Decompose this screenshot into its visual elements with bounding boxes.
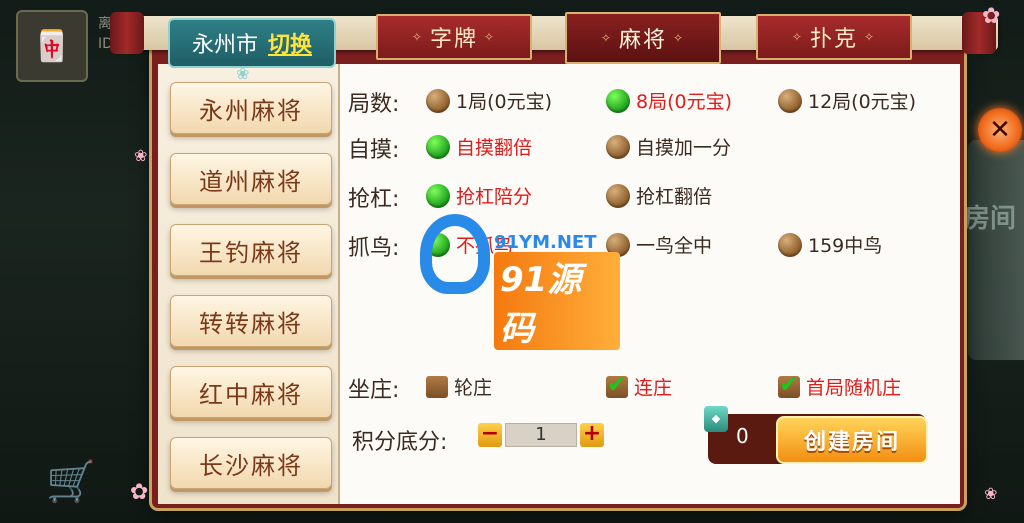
option-text: 8局(0元宝) xyxy=(636,91,733,113)
background-side-panel xyxy=(968,140,1024,360)
radio-selected-icon xyxy=(426,134,450,159)
checkbox-checked-icon xyxy=(778,370,800,398)
zhuaniao-option-one-bird[interactable]: 一鸟全中 xyxy=(606,231,712,258)
tab-label: 字牌 xyxy=(429,27,478,52)
game-item-wangdiao[interactable]: 王钓麻将 xyxy=(170,224,332,276)
zimo-option-plus-one[interactable]: 自摸加一分 xyxy=(606,133,731,160)
option-text: 12局(0元宝) xyxy=(808,91,917,113)
mahjong-tile-icon: 🀄 xyxy=(33,28,71,64)
option-text: 自摸翻倍 xyxy=(456,137,533,159)
qianggang-option-double[interactable]: 抢杠翻倍 xyxy=(606,182,712,209)
game-item-yongzhou[interactable]: 永州麻将 xyxy=(170,82,332,134)
scroll-end-left xyxy=(110,12,144,54)
checkbox-checked-icon xyxy=(606,370,628,398)
ornament-icon: ✧ xyxy=(791,30,804,44)
ornament-icon: ✧ xyxy=(864,30,877,44)
cart-icon: 🛒 xyxy=(46,459,96,505)
background-side-text: 房间 xyxy=(963,204,1016,234)
watermark-9-icon xyxy=(420,214,490,294)
zuozhuang-option-continue[interactable]: 连庄 xyxy=(606,370,673,400)
switch-city-button[interactable]: 切换 xyxy=(268,27,312,59)
ornament-icon: ✧ xyxy=(484,30,497,44)
base-score-value[interactable]: 1 xyxy=(505,423,577,447)
ornament-icon: ✧ xyxy=(411,30,424,44)
rounds-option-12[interactable]: 12局(0元宝) xyxy=(778,87,916,114)
base-score-stepper: − 1 + xyxy=(478,422,604,448)
qianggang-label: 抢杠: xyxy=(348,187,400,212)
tab-mahjong[interactable]: ✧ 麻将 ✧ xyxy=(565,12,721,64)
zuozhuang-label: 坐庄: xyxy=(348,378,400,403)
rounds-label: 局数: xyxy=(348,92,400,117)
radio-icon xyxy=(778,88,802,113)
watermark-url: 91YM.NET xyxy=(494,232,597,253)
rounds-option-8[interactable]: 8局(0元宝) xyxy=(606,87,732,114)
game-item-hongzhong[interactable]: 红中麻将 xyxy=(170,366,332,418)
zimo-option-double[interactable]: 自摸翻倍 xyxy=(426,133,532,160)
close-icon[interactable]: ✕ xyxy=(978,108,1022,152)
option-text: 抢杠陪分 xyxy=(456,186,533,208)
zuozhuang-option-rotate[interactable]: 轮庄 xyxy=(426,373,492,400)
option-text: 1局(0元宝) xyxy=(456,91,553,113)
radio-selected-icon xyxy=(426,183,450,208)
tab-zipai[interactable]: ✧ 字牌 ✧ xyxy=(376,14,532,60)
watermark-title: 91源码 xyxy=(494,252,620,350)
city-selector: 永州市 切换 xyxy=(168,18,336,68)
watermark-logo: 91YM.NET 91源码 xyxy=(420,214,620,350)
zuozhuang-option-random-first[interactable]: 首局随机庄 xyxy=(778,370,902,400)
option-text: 连庄 xyxy=(634,377,673,399)
ornament-icon: ✧ xyxy=(673,31,686,45)
option-text: 自摸加一分 xyxy=(636,137,732,159)
radio-selected-icon xyxy=(606,88,630,113)
petal-icon: ❀ xyxy=(984,484,998,503)
qianggang-option-pay[interactable]: 抢杠陪分 xyxy=(426,182,532,209)
create-room-button[interactable]: 创建房间 xyxy=(776,416,928,464)
knot-icon: ❀ xyxy=(236,64,250,83)
game-item-changsha[interactable]: 长沙麻将 xyxy=(170,437,332,489)
game-item-zhuanzhuan[interactable]: 转转麻将 xyxy=(170,295,332,347)
petal-icon: ❀ xyxy=(134,146,148,165)
zimo-label: 自摸: xyxy=(348,138,400,163)
rounds-option-1[interactable]: 1局(0元宝) xyxy=(426,87,552,114)
tab-label: 麻将 xyxy=(618,28,667,53)
tab-poker[interactable]: ✧ 扑克 ✧ xyxy=(756,14,912,60)
diamond-icon: ◆ xyxy=(704,406,728,432)
blossom-icon: ✿ xyxy=(130,480,149,505)
game-item-daozhou[interactable]: 道州麻将 xyxy=(170,153,332,205)
option-text: 首局随机庄 xyxy=(806,377,902,399)
minus-button[interactable]: − xyxy=(478,423,502,447)
base-score-label: 积分底分: xyxy=(352,430,448,455)
radio-icon xyxy=(426,88,450,113)
tab-label: 扑克 xyxy=(809,27,858,52)
avatar: 🀄 xyxy=(16,10,88,82)
option-text: 一鸟全中 xyxy=(636,235,713,257)
option-text: 159中鸟 xyxy=(808,235,883,257)
radio-icon xyxy=(606,134,630,159)
plus-button[interactable]: + xyxy=(580,423,604,447)
city-name: 永州市 xyxy=(191,33,258,58)
radio-icon xyxy=(778,232,802,257)
option-text: 抢杠翻倍 xyxy=(636,186,713,208)
blossom-icon: ✿ xyxy=(982,4,1001,29)
checkbox-icon xyxy=(426,375,448,398)
radio-icon xyxy=(606,183,630,208)
zhuaniao-label: 抓鸟: xyxy=(348,236,400,261)
ornament-icon: ✧ xyxy=(600,31,613,45)
zhuaniao-option-159[interactable]: 159中鸟 xyxy=(778,231,882,258)
room-cost: 0 xyxy=(736,424,749,448)
option-text: 轮庄 xyxy=(454,377,493,399)
